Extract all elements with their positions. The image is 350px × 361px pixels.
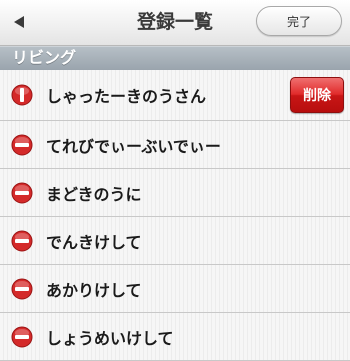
delete-toggle-button[interactable] [11,278,33,300]
list-item-label: しょうめいけして [46,328,174,348]
navigation-bar: 登録一覧 完了 [0,0,350,46]
delete-toggle-button[interactable] [11,134,33,156]
list-item-label: でんきけして [46,232,142,252]
delete-toggle-button[interactable] [11,230,33,252]
delete-toggle-button[interactable] [11,84,33,106]
list-item-label: あかりけして [46,280,142,300]
registered-list: しゃったーきのうさん 削除てれびでぃーぶいでぃー まどきのうに でんきけして あかりけし… [0,70,350,361]
section-header-living: リビング [0,46,350,70]
minus-circle-rotated-icon [11,84,33,106]
list-item[interactable]: てれびでぃーぶいでぃー [0,121,350,169]
minus-circle-icon [11,278,33,299]
list-item-label: しゃったーきのうさん [46,87,207,106]
back-button[interactable] [6,8,32,36]
minus-circle-icon [11,326,33,347]
back-arrow-icon [14,16,24,28]
minus-circle-icon [11,182,33,203]
minus-circle-icon [11,134,33,155]
list-item[interactable]: しゃったーきのうさん 削除 [0,70,350,121]
list-item[interactable]: まどきのうに [0,169,350,217]
minus-circle-icon [11,230,33,251]
list-item[interactable]: しょうめいけして [0,313,350,361]
list-item-label: まどきのうに [46,184,142,204]
list-item-label: てれびでぃーぶいでぃー [46,136,221,156]
delete-toggle-button[interactable] [11,182,33,204]
delete-button[interactable]: 削除 [290,77,344,113]
done-button[interactable]: 完了 [256,6,342,36]
list-item[interactable]: あかりけして [0,265,350,313]
list-item[interactable]: でんきけして [0,217,350,265]
delete-toggle-button[interactable] [11,326,33,348]
